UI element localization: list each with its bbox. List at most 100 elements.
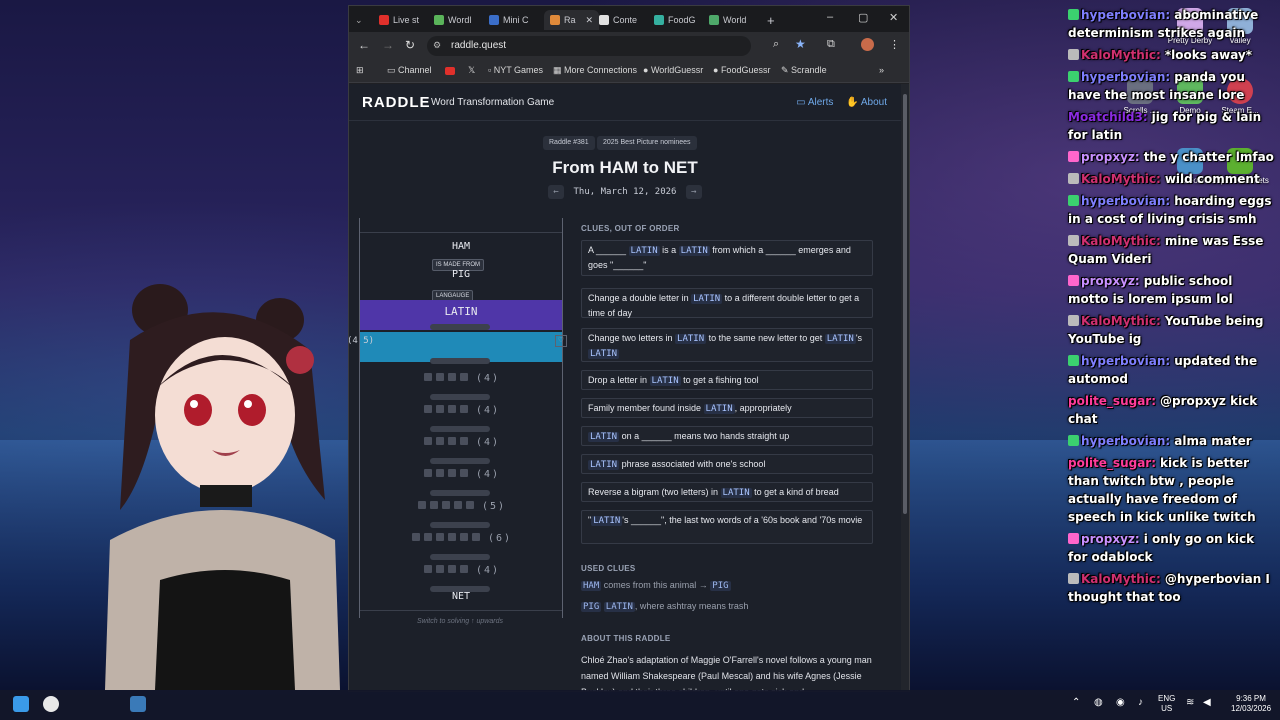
clue-item[interactable]: Change a double letter in LATIN to a dif… xyxy=(581,288,873,318)
browser-tab[interactable]: Mini C xyxy=(489,10,529,30)
browser-tab[interactable]: Live st xyxy=(379,10,419,30)
bookmark-channel[interactable]: ▭ Channel xyxy=(387,65,432,76)
menu-kebab-icon[interactable]: ⋮ xyxy=(889,38,900,51)
ladder-blank-row[interactable]: (4) xyxy=(360,373,562,384)
clock-time: 9:36 PM xyxy=(1236,694,1266,703)
clue-item[interactable]: Family member found inside LATIN, approp… xyxy=(581,398,873,418)
about-heading: ABOUT THIS RADDLE xyxy=(581,634,671,643)
ladder-separator xyxy=(430,554,490,560)
new-tab-plus-icon[interactable]: + xyxy=(767,10,775,30)
prev-day-button[interactable]: ← xyxy=(548,185,565,199)
wifi-icon[interactable]: ≋ xyxy=(1186,698,1194,708)
apps-grid-icon[interactable]: ⊞ xyxy=(356,65,364,76)
bookmark-star-icon[interactable]: ★ xyxy=(795,37,806,51)
ladder-blank-row[interactable]: (4) xyxy=(360,469,562,480)
clock[interactable]: 9:36 PM 12/03/2026 xyxy=(1231,694,1271,714)
clue-item[interactable]: LATIN phrase associated with one's schoo… xyxy=(581,454,873,474)
chat-username: hyperbovian: xyxy=(1081,194,1171,208)
ladder-blank-row[interactable]: (4) xyxy=(360,565,562,576)
bookmarks-overflow-icon[interactable]: » xyxy=(879,65,884,75)
site-info-icon[interactable]: ⚙ xyxy=(433,40,441,51)
ladder-separator xyxy=(430,458,490,464)
forward-arrow-icon[interactable]: → xyxy=(382,38,394,52)
app-taskbar-icon[interactable] xyxy=(130,696,146,712)
maximize-icon[interactable]: ▢ xyxy=(858,11,868,24)
chrome-taskbar-icon[interactable] xyxy=(43,696,59,712)
reload-icon[interactable]: ↻ xyxy=(405,38,415,52)
clue-text: on a ______ means two hands straight up xyxy=(619,431,790,441)
letter-slot xyxy=(435,437,444,445)
alerts-link[interactable]: ▭ Alerts xyxy=(796,97,833,108)
letter-count: (4) xyxy=(475,565,501,576)
bookmark-scrandle[interactable]: ✎ Scrandle xyxy=(781,65,827,76)
lang-label: ENG xyxy=(1158,694,1176,703)
bookmark-nyt-games[interactable]: ▫ NYT Games xyxy=(488,65,543,75)
ladder-blank-row[interactable]: (4) xyxy=(360,437,562,448)
volume-icon[interactable]: ◀ xyxy=(1203,698,1211,708)
site-header: RADDLE Word Transformation Game ▭ Alerts… xyxy=(349,84,901,121)
tray-app-icon[interactable]: ◍ xyxy=(1094,698,1103,708)
used-clue-word: PIG xyxy=(710,581,731,591)
clue-item[interactable]: Reverse a bigram (two letters) in LATIN … xyxy=(581,482,873,502)
profile-avatar[interactable] xyxy=(861,38,874,51)
used-clue-word: PIG xyxy=(581,602,602,612)
solve-direction-toggle[interactable]: Switch to solving ↑ upwards xyxy=(359,618,561,625)
bookmark-foodguessr[interactable]: ● FoodGuessr xyxy=(713,65,770,75)
language-indicator[interactable]: ENG US xyxy=(1158,694,1175,714)
tray-app-icon[interactable]: ◉ xyxy=(1116,698,1125,708)
clue-item[interactable]: A ______ LATIN is a LATIN from which a _… xyxy=(581,240,873,276)
ladder-blank-row[interactable]: (6) xyxy=(360,533,562,544)
browser-tab[interactable]: Ra ✕ xyxy=(544,10,600,30)
windows-start-icon[interactable] xyxy=(13,696,29,712)
ladder-blank-row[interactable]: (4) xyxy=(360,405,562,416)
hint-lightbulb-icon[interactable]: ♡ xyxy=(555,335,567,347)
clue-item[interactable]: " LATIN's ______", the last two words of … xyxy=(581,510,873,544)
tab-favicon-icon xyxy=(550,15,560,25)
clue-word-chip: LATIN xyxy=(588,460,620,470)
browser-tab[interactable]: Wordl xyxy=(434,10,471,30)
page-scrollbar[interactable] xyxy=(901,84,909,691)
clue-item[interactable]: Change two letters in LATIN to the same … xyxy=(581,328,873,362)
tab-favicon-icon xyxy=(709,15,719,25)
used-clue: PIG LATIN, where ashtray means trash xyxy=(581,601,748,612)
extensions-icon[interactable]: ⧉ xyxy=(827,38,835,51)
clue-word-chip: LATIN xyxy=(649,376,681,386)
back-arrow-icon[interactable]: ← xyxy=(358,38,370,52)
scrollbar-thumb[interactable] xyxy=(903,94,907,514)
browser-tab[interactable]: World xyxy=(709,10,746,30)
clue-text: is a xyxy=(659,245,679,255)
x-icon[interactable]: 𝕏 xyxy=(468,65,475,76)
chat-text: the y chatter lmfao xyxy=(1143,150,1274,164)
search-page-icon[interactable]: ⌕ xyxy=(773,38,779,51)
used-clue: HAM comes from this animal → PIG xyxy=(581,580,731,591)
browser-tab[interactable]: Conte xyxy=(599,10,637,30)
chat-username: Moatchild3: xyxy=(1068,110,1148,124)
clue-item[interactable]: LATIN on a ______ means two hands straig… xyxy=(581,426,873,446)
url-field[interactable]: raddle.quest xyxy=(427,36,751,56)
raddle-logo[interactable]: RADDLE xyxy=(362,94,431,111)
browser-tab[interactable]: FoodG xyxy=(654,10,696,30)
clock-date: 12/03/2026 xyxy=(1231,704,1272,713)
ladder-blank-row[interactable]: (5) xyxy=(360,501,562,512)
letter-slot xyxy=(435,405,444,413)
next-day-button[interactable]: → xyxy=(685,185,702,199)
bookmark-more-connections[interactable]: ▦ More Connections xyxy=(553,65,637,76)
about-link[interactable]: ✋ About xyxy=(846,97,887,108)
close-window-icon[interactable]: ✕ xyxy=(889,11,898,24)
chat-badge-icon xyxy=(1068,275,1079,286)
tab-search-chevron-icon[interactable]: ⌄ xyxy=(355,10,363,30)
close-tab-icon[interactable]: ✕ xyxy=(586,15,594,26)
clue-item[interactable]: Drop a letter in LATIN to get a fishing … xyxy=(581,370,873,390)
youtube-icon[interactable] xyxy=(445,67,455,75)
chat-badge-icon xyxy=(1068,71,1079,82)
bookmark-worldguessr[interactable]: ● WorldGuessr xyxy=(643,65,703,75)
chat-message: hyperbovian: updated the automod xyxy=(1068,352,1274,388)
ladder-word-end: NET xyxy=(451,591,471,602)
clue-text: A ______ xyxy=(588,245,629,255)
letter-slot xyxy=(411,533,420,541)
bookmark-label: Channel xyxy=(398,65,432,75)
minimize-icon[interactable]: – xyxy=(827,11,833,23)
microphone-icon[interactable]: ♪ xyxy=(1138,698,1143,708)
tray-chevron-icon[interactable]: ⌃ xyxy=(1072,698,1080,708)
theme-pill: 2025 Best Picture nominees xyxy=(597,136,697,150)
